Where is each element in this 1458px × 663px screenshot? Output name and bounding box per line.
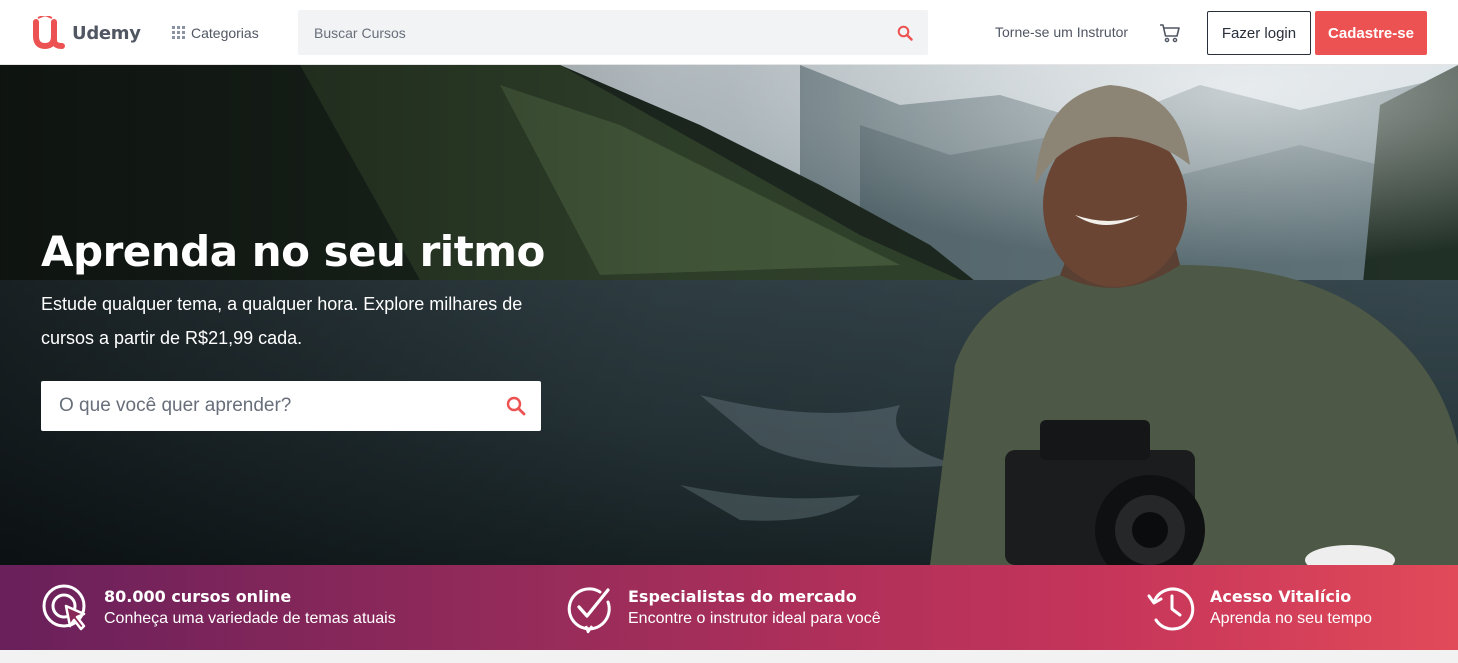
grid-icon — [172, 26, 186, 40]
clock-history-icon — [1147, 587, 1195, 630]
cart-icon — [1160, 24, 1180, 43]
feature-lifetime: Acesso Vitalício Aprenda no seu tempo — [1146, 565, 1372, 650]
feature-description: Encontre o instrutor ideal para você — [628, 609, 881, 627]
signup-button[interactable]: Cadastre-se — [1315, 11, 1427, 55]
hero-banner: Aprenda no seu ritmo Estude qualquer tem… — [0, 65, 1458, 565]
feature-title: Especialistas do mercado — [628, 586, 857, 606]
become-instructor-link[interactable]: Torne-se um Instrutor — [995, 24, 1128, 40]
logo-text: Udemy — [72, 22, 141, 44]
feature-description: Conheça uma variedade de temas atuais — [104, 609, 396, 627]
categories-label: Categorias — [191, 25, 259, 41]
cart-button[interactable] — [1158, 21, 1182, 45]
header-search-input[interactable] — [298, 10, 858, 55]
feature-description: Aprenda no seu tempo — [1210, 609, 1372, 627]
top-navbar: Udemy Categorias Torne-se um Instrutor F… — [0, 0, 1458, 65]
check-badge-icon — [567, 586, 611, 633]
feature-experts: Especialistas do mercado Encontre o inst… — [564, 565, 881, 650]
page-content-edge — [0, 650, 1458, 663]
udemy-logo-icon — [33, 16, 65, 50]
hero-search-input[interactable] — [41, 381, 481, 431]
feature-title: Acesso Vitalício — [1210, 586, 1352, 606]
hero-subtitle: Estude qualquer tema, a qualquer hora. E… — [41, 294, 523, 348]
login-button[interactable]: Fazer login — [1207, 11, 1311, 55]
header-search-button[interactable] — [894, 22, 916, 44]
udemy-logo[interactable]: Udemy — [30, 16, 141, 50]
hero-title: Aprenda no seu ritmo — [41, 227, 545, 276]
search-icon — [897, 25, 913, 41]
feature-title: 80.000 cursos online — [104, 586, 292, 606]
features-strip: 80.000 cursos online Conheça uma varieda… — [0, 565, 1458, 650]
categories-menu[interactable]: Categorias — [172, 22, 259, 44]
hero-search — [41, 381, 541, 431]
header-search — [298, 10, 928, 55]
search-icon — [506, 396, 526, 416]
feature-courses: 80.000 cursos online Conheça uma varieda… — [40, 565, 396, 650]
hero-search-button[interactable] — [505, 395, 527, 417]
cursor-target-icon — [42, 584, 86, 630]
